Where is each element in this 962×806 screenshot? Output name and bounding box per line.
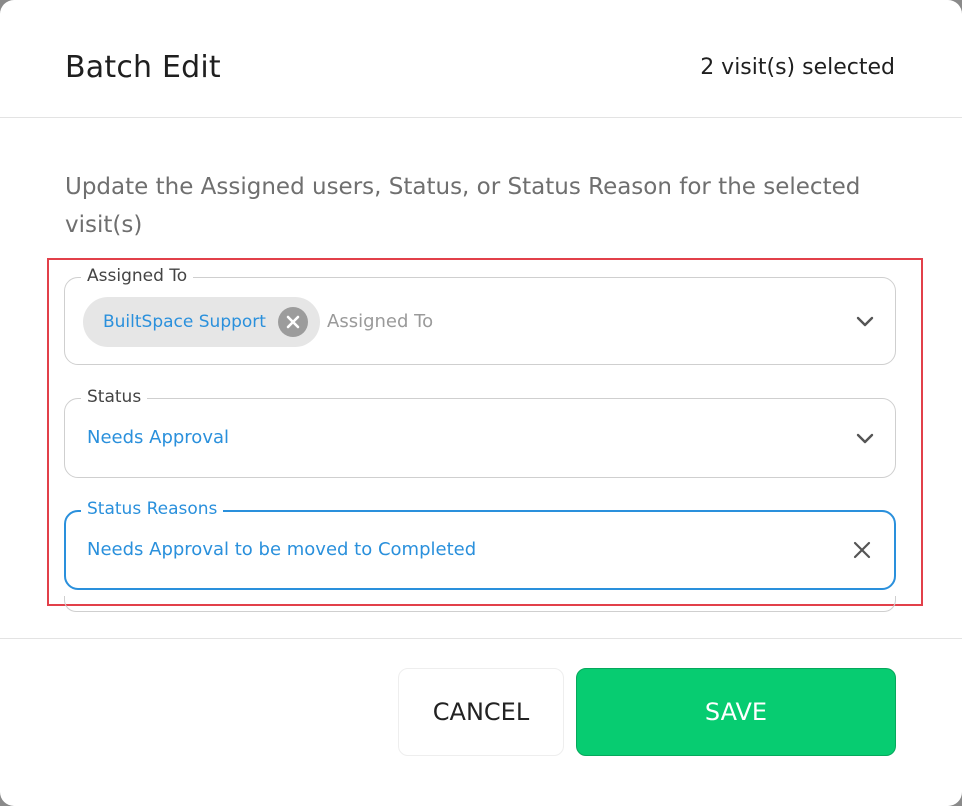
- close-icon[interactable]: [850, 538, 874, 562]
- close-circle-icon[interactable]: [277, 307, 308, 337]
- status-reasons-value: Needs Approval to be moved to Completed: [87, 539, 477, 560]
- batch-edit-dialog: Batch Edit 2 visit(s) selected Update th…: [0, 0, 962, 806]
- dialog-header: Batch Edit 2 visit(s) selected: [0, 0, 962, 118]
- dialog-title: Batch Edit: [65, 50, 221, 85]
- cancel-button[interactable]: CANCEL: [398, 668, 564, 756]
- status-label: Status: [81, 386, 148, 408]
- selected-count: 2 visit(s) selected: [700, 55, 895, 80]
- status-reasons-label: Status Reasons: [81, 498, 224, 520]
- status-reasons-field[interactable]: Status Reasons Needs Approval to be move…: [64, 498, 896, 590]
- assigned-to-field[interactable]: Assigned To BuiltSpace Support Assigned …: [64, 265, 896, 365]
- chip-label: BuiltSpace Support: [103, 312, 266, 332]
- assigned-to-label: Assigned To: [81, 265, 194, 287]
- assigned-to-placeholder[interactable]: Assigned To: [327, 311, 433, 332]
- chevron-down-icon[interactable]: [853, 426, 877, 450]
- status-field[interactable]: Status Needs Approval: [64, 386, 896, 478]
- chevron-down-icon[interactable]: [853, 309, 877, 333]
- status-value: Needs Approval: [87, 427, 230, 448]
- next-field-edge: [64, 596, 896, 612]
- footer-divider: [0, 638, 962, 639]
- assigned-user-chip[interactable]: BuiltSpace Support: [83, 297, 320, 347]
- dialog-description: Update the Assigned users, Status, or St…: [65, 174, 861, 238]
- save-button[interactable]: SAVE: [576, 668, 896, 756]
